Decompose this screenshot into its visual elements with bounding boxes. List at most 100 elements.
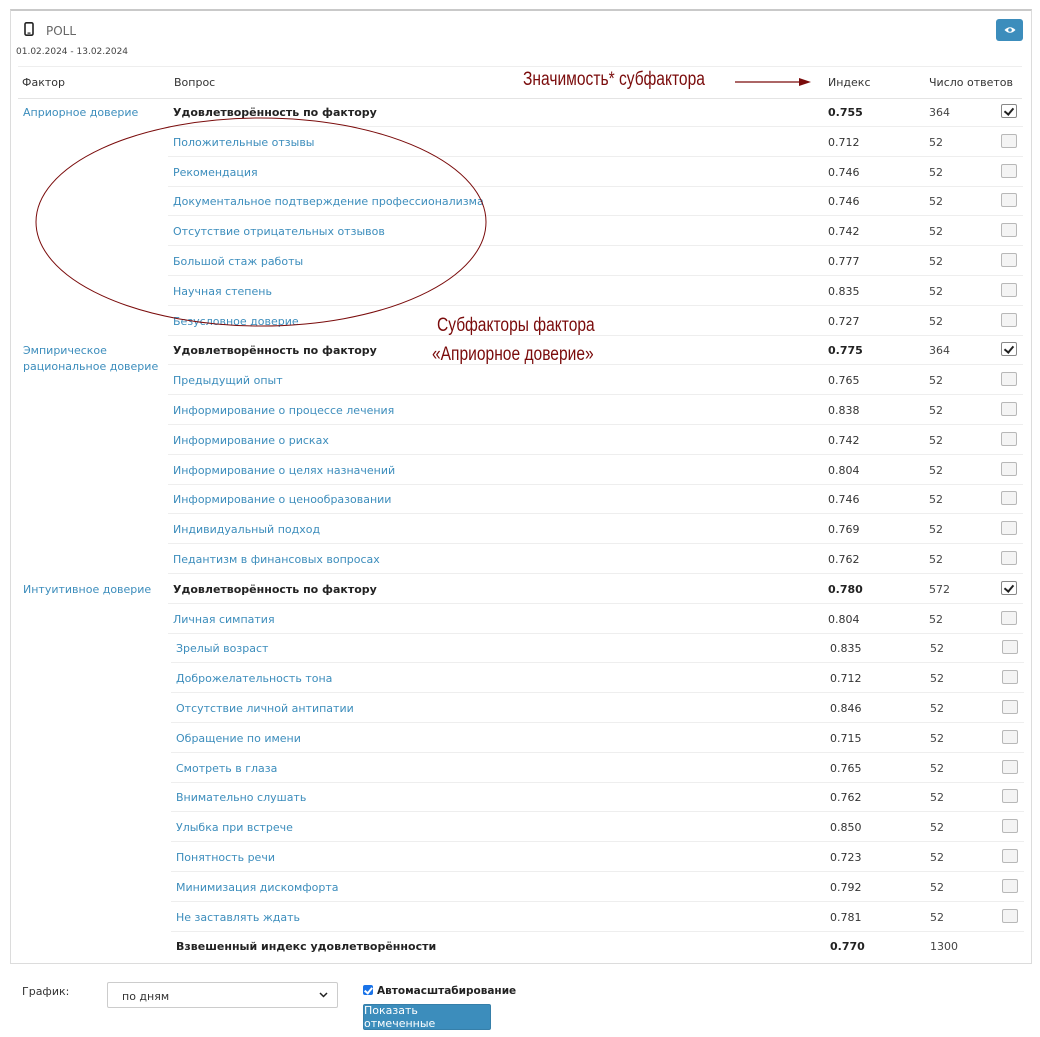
subfactor-link[interactable]: Информирование о процессе лечения	[173, 404, 394, 417]
index-value: 0.742	[828, 225, 860, 238]
row-checkbox[interactable]	[1001, 342, 1017, 356]
show-selected-button[interactable]: Показать отмеченные	[363, 1004, 491, 1030]
factor-summary-row: Удовлетворённость по фактору 0.775 364	[168, 335, 1023, 365]
row-checkbox[interactable]	[1001, 164, 1017, 178]
subfactor-link[interactable]: Понятность речи	[176, 851, 275, 864]
row-checkbox[interactable]	[1002, 670, 1018, 684]
subfactor-link[interactable]: Документальное подтверждение профессиона…	[173, 195, 484, 208]
subfactor-link[interactable]: Внимательно слушать	[176, 791, 306, 804]
subfactor-link[interactable]: Предыдущий опыт	[173, 374, 283, 387]
autoscale-checkbox[interactable]	[363, 985, 373, 995]
row-checkbox[interactable]	[1002, 819, 1018, 833]
row-checkbox[interactable]	[1001, 521, 1017, 535]
row-checkbox[interactable]	[1001, 104, 1017, 118]
summary-label: Удовлетворённость по фактору	[173, 583, 377, 596]
index-value: 0.777	[828, 255, 860, 268]
subfactor-link[interactable]: Не заставлять ждать	[176, 911, 300, 924]
view-toggle-button[interactable]	[996, 19, 1023, 41]
subfactor-link[interactable]: Обращение по имени	[176, 732, 301, 745]
index-value: 0.762	[828, 553, 860, 566]
row-checkbox[interactable]	[1001, 491, 1017, 505]
row-checkbox[interactable]	[1001, 313, 1017, 327]
subfactor-link[interactable]: Индивидуальный подход	[173, 523, 320, 536]
subfactor-link[interactable]: Минимизация дискомфорта	[176, 881, 339, 894]
response-count: 52	[929, 493, 943, 506]
chart-label: График:	[22, 985, 70, 998]
total-count: 1300	[930, 940, 958, 953]
row-checkbox[interactable]	[1001, 551, 1017, 565]
factor-summary-row: Удовлетворённость по фактору 0.755 364	[168, 97, 1023, 127]
factor-link[interactable]: Интуитивное доверие	[23, 582, 151, 598]
summary-label: Удовлетворённость по фактору	[173, 106, 377, 119]
factor-link[interactable]: Эмпирическое рациональное доверие	[23, 343, 158, 375]
subfactor-link[interactable]: Большой стаж работы	[173, 255, 303, 268]
chevron-down-icon	[319, 992, 328, 998]
row-checkbox[interactable]	[1002, 789, 1018, 803]
subfactor-link[interactable]: Зрелый возраст	[176, 642, 268, 655]
index-value: 0.846	[830, 702, 862, 715]
response-count: 52	[930, 642, 944, 655]
index-value: 0.727	[828, 315, 860, 328]
table-row: Рекомендация 0.746 52	[168, 157, 1023, 187]
row-checkbox[interactable]	[1001, 611, 1017, 625]
index-value: 0.762	[830, 791, 862, 804]
subfactor-link[interactable]: Улыбка при встрече	[176, 821, 293, 834]
table-row: Информирование о рисках 0.742 52	[168, 425, 1023, 455]
row-checkbox[interactable]	[1001, 223, 1017, 237]
eye-icon	[1004, 27, 1015, 33]
response-count: 52	[930, 702, 944, 715]
row-checkbox[interactable]	[1002, 700, 1018, 714]
subfactor-link[interactable]: Доброжелательность тона	[176, 672, 332, 685]
index-value: 0.792	[830, 881, 862, 894]
subfactor-link[interactable]: Педантизм в финансовых вопросах	[173, 553, 380, 566]
table-row: Педантизм в финансовых вопросах 0.762 52	[168, 544, 1023, 574]
response-count: 52	[930, 762, 944, 775]
subfactor-link[interactable]: Отсутствие личной антипатии	[176, 702, 354, 715]
column-header-question: Вопрос	[174, 76, 216, 89]
response-count: 52	[929, 523, 943, 536]
weighted-total-row: Взвешенный индекс удовлетворённости 0.770…	[171, 931, 1024, 960]
row-checkbox[interactable]	[1002, 879, 1018, 893]
response-count: 52	[929, 315, 943, 328]
subfactor-link[interactable]: Положительные отзывы	[173, 136, 315, 149]
row-checkbox[interactable]	[1002, 730, 1018, 744]
row-checkbox[interactable]	[1001, 462, 1017, 476]
row-checkbox[interactable]	[1001, 432, 1017, 446]
table-row: Понятность речи 0.723 52	[171, 842, 1024, 872]
row-checkbox[interactable]	[1001, 134, 1017, 148]
row-checkbox[interactable]	[1001, 581, 1017, 595]
subfactor-link[interactable]: Информирование о рисках	[173, 434, 329, 447]
subfactors-annotation-line2: «Априорное доверие»	[432, 344, 594, 365]
row-checkbox[interactable]	[1001, 402, 1017, 416]
row-checkbox[interactable]	[1002, 849, 1018, 863]
index-value: 0.804	[828, 464, 860, 477]
summary-label: Удовлетворённость по фактору	[173, 344, 377, 357]
row-checkbox[interactable]	[1002, 760, 1018, 774]
index-value: 0.835	[830, 642, 862, 655]
response-count: 52	[929, 434, 943, 447]
row-checkbox[interactable]	[1001, 283, 1017, 297]
index-value: 0.746	[828, 493, 860, 506]
response-count: 364	[929, 344, 950, 357]
row-checkbox[interactable]	[1001, 193, 1017, 207]
subfactors-annotation-line1: Субфакторы фактора	[437, 315, 595, 336]
row-checkbox[interactable]	[1001, 372, 1017, 386]
period-select[interactable]: по дням	[107, 982, 338, 1008]
row-checkbox[interactable]	[1002, 640, 1018, 654]
row-checkbox[interactable]	[1001, 253, 1017, 267]
subfactor-link[interactable]: Информирование о целях назначений	[173, 464, 395, 477]
response-count: 52	[930, 911, 944, 924]
subfactor-link[interactable]: Научная степень	[173, 285, 272, 298]
subfactor-link[interactable]: Отсутствие отрицательных отзывов	[173, 225, 385, 238]
subfactor-link[interactable]: Смотреть в глаза	[176, 762, 277, 775]
row-checkbox[interactable]	[1002, 909, 1018, 923]
factor-link[interactable]: Априорное доверие	[23, 105, 138, 121]
subfactor-link[interactable]: Рекомендация	[173, 166, 258, 179]
index-value: 0.712	[830, 672, 862, 685]
index-value: 0.804	[828, 613, 860, 626]
subfactor-link[interactable]: Информирование о ценообразовании	[173, 493, 391, 506]
response-count: 52	[929, 285, 943, 298]
response-count: 52	[929, 613, 943, 626]
subfactor-link[interactable]: Личная симпатия	[173, 613, 275, 626]
subfactor-link[interactable]: Безусловное доверие	[173, 315, 299, 328]
